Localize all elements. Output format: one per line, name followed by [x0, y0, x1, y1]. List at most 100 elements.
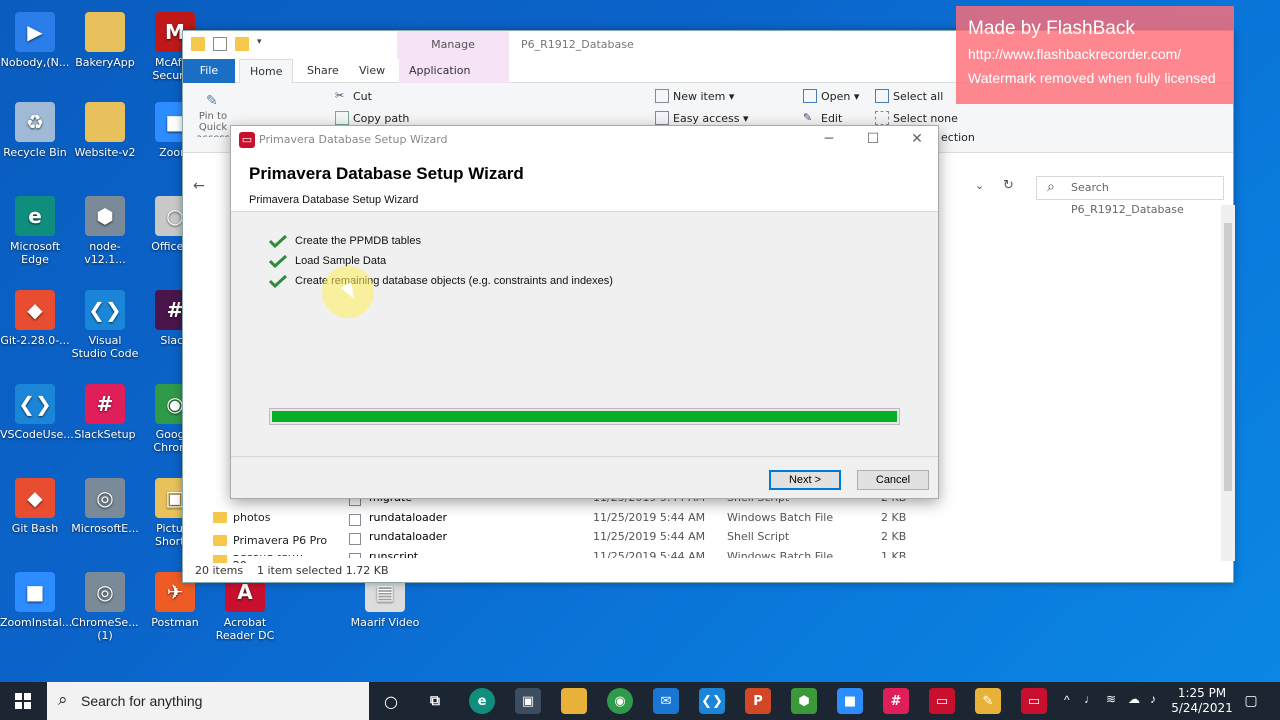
close-icon[interactable]: ✕	[897, 128, 937, 150]
folder-icon[interactable]	[191, 37, 205, 51]
easy-access-label: Easy access ▾	[673, 111, 749, 125]
next-button[interactable]: Next >	[769, 470, 841, 490]
cloud-icon[interactable]: ☁	[1128, 692, 1140, 706]
back-arrow-icon[interactable]: ←	[193, 178, 205, 194]
chevron-down-icon[interactable]: ▾	[257, 37, 271, 51]
chrome-icon[interactable]: ◉	[607, 688, 633, 714]
vscode-icon[interactable]: ❮❯	[699, 688, 725, 714]
chevron-up-icon[interactable]: ^	[1064, 693, 1070, 707]
cortana-icon[interactable]: ○	[378, 688, 404, 714]
sticky-notes-icon[interactable]: ✎	[975, 688, 1001, 714]
task-view-icon[interactable]: ⧉	[422, 688, 448, 714]
invert-selection-button[interactable]: ection	[941, 131, 975, 144]
nav-item-primavera[interactable]: Primavera P6 Pro	[213, 534, 327, 547]
scrollbar-thumb[interactable]	[1224, 223, 1232, 491]
primavera-app-icon: ▭	[239, 132, 255, 148]
desktop-icon[interactable]: ⬢ node-v12.1...	[70, 196, 140, 266]
explorer-title: P6_R1912_Database	[521, 38, 634, 51]
system-tray: ^ ♩ ≋ ☁ ♪	[1062, 682, 1170, 720]
slack-icon[interactable]: #	[883, 688, 909, 714]
file-row[interactable]: rundataloader 11/25/2019 5:44 AM Shell Scr…	[349, 530, 909, 548]
search-input[interactable]: Search P6_R1912_Database	[1036, 176, 1224, 216]
desktop-icon-label: Recycle Bin	[3, 146, 67, 159]
chevron-down-icon[interactable]: ⌄	[975, 179, 984, 192]
watermark-line-1: Made by FlashBack	[968, 18, 1135, 39]
desktop-icon[interactable]: ♻ Recycle Bin	[0, 102, 70, 159]
desktop-icon[interactable]: BakeryApp	[70, 12, 140, 69]
nav-item-label: photos	[233, 511, 271, 524]
file-name: runscript	[369, 549, 419, 558]
file-row[interactable]: runscript 11/25/2019 5:44 AM Windows Batch…	[349, 550, 909, 558]
desktop-icon[interactable]: ❮❯ Visual Studio Code	[70, 290, 140, 360]
volume-icon[interactable]: ♪	[1150, 692, 1156, 706]
desktop-icon[interactable]: ◎ ChromeSe... (1)	[70, 572, 140, 642]
easy-access-icon	[655, 111, 669, 125]
copy-path-label: Copy path	[353, 111, 410, 125]
manage-context-tab[interactable]: Manage	[397, 31, 509, 59]
file-row[interactable]: rundataloader 11/25/2019 5:44 AM Windows B…	[349, 511, 909, 529]
windows-logo-icon	[15, 693, 31, 709]
file-icon	[349, 513, 361, 526]
desktop-icon-label: Microsoft Edge	[9, 240, 61, 266]
desktop-icon-label: Visual Studio Code	[71, 334, 139, 360]
desktop-icon[interactable]: Website-v2	[70, 102, 140, 159]
progress-bar	[269, 408, 900, 425]
microphone-icon[interactable]: ♩	[1084, 692, 1096, 706]
zoom-icon[interactable]: ■	[837, 688, 863, 714]
store-icon[interactable]: ▣	[515, 688, 541, 714]
desktop-icon[interactable]: ■ ZoomInstal...	[0, 572, 72, 629]
app-icon: ❮❯	[15, 384, 55, 424]
wizard-titlebar: ▭ Primavera Database Setup Wizard ─ ☐ ✕	[231, 126, 938, 154]
file-date: 11/25/2019 5:44 AM	[593, 549, 706, 558]
open-button[interactable]: Open ▾	[803, 89, 859, 103]
primavera-icon[interactable]: ▭	[929, 688, 955, 714]
edge-icon[interactable]: e	[469, 688, 495, 714]
desktop-icon[interactable]: ▶ Nobody,(N...	[0, 12, 70, 69]
desktop-icon[interactable]: e Microsoft Edge	[0, 196, 70, 266]
mail-icon[interactable]: ✉	[653, 688, 679, 714]
step-item: Create the PPMDB tables	[269, 234, 421, 248]
nodejs-icon[interactable]: ⬢	[791, 688, 817, 714]
file-size: 1 KB	[881, 549, 907, 558]
copy-path-button[interactable]: Copy path	[335, 111, 409, 125]
new-item-button[interactable]: New item ▾	[655, 89, 734, 103]
clock-time: 1:25 PM	[1177, 686, 1227, 700]
select-none-button[interactable]: Select none	[875, 111, 958, 125]
desktop-icon[interactable]: ◆ Git-2.28.0-...	[0, 290, 70, 347]
tab-view[interactable]: View	[349, 59, 395, 83]
wifi-icon[interactable]: ≋	[1106, 692, 1116, 706]
maximize-icon[interactable]: ☐	[853, 128, 893, 150]
clock[interactable]: 1:25 PM 5/24/2021	[1170, 686, 1234, 716]
start-button[interactable]	[0, 682, 46, 720]
powerpoint-icon[interactable]: P	[745, 688, 771, 714]
app-icon: ♻	[15, 102, 55, 142]
properties-icon[interactable]	[213, 37, 227, 51]
desktop-icon[interactable]: # SlackSetup	[70, 384, 140, 441]
edit-button[interactable]: ✎ Edit	[803, 111, 842, 125]
vertical-scrollbar[interactable]	[1221, 205, 1235, 561]
open-icon	[803, 89, 817, 103]
desktop-icon[interactable]: ◎ MicrosoftE...	[70, 478, 140, 535]
new-folder-icon[interactable]	[235, 37, 249, 51]
nav-item-photos[interactable]: photos	[213, 511, 270, 524]
tab-share[interactable]: Share	[297, 59, 349, 83]
easy-access-button[interactable]: Easy access ▾	[655, 111, 749, 125]
desktop-icon[interactable]: ◆ Git Bash	[0, 478, 70, 535]
taskbar-search-input[interactable]: Search for anything	[47, 681, 369, 720]
desktop-icon-label: Maarif Video	[350, 616, 420, 629]
file-explorer-icon[interactable]	[561, 688, 587, 714]
notifications-icon[interactable]: ▢	[1238, 688, 1264, 714]
app-icon: ❮❯	[85, 290, 125, 330]
oracle-icon[interactable]: ▭	[1021, 688, 1047, 714]
tab-application-tools[interactable]: Application Tools	[399, 59, 509, 101]
select-all-button[interactable]: Select all	[875, 89, 943, 103]
desktop-icon[interactable]: ❮❯ VSCodeUse...	[0, 384, 74, 441]
cancel-button[interactable]: Cancel	[857, 470, 929, 490]
desktop-icon-label: VSCodeUse...	[0, 428, 74, 441]
cut-button[interactable]: ✂ Cut	[335, 89, 372, 103]
minimize-icon[interactable]: ─	[809, 128, 849, 150]
wizard-window-title: Primavera Database Setup Wizard	[259, 133, 448, 146]
tab-file[interactable]: File	[183, 59, 235, 83]
tab-home[interactable]: Home	[239, 59, 294, 83]
refresh-icon[interactable]: ↻	[1003, 178, 1014, 193]
